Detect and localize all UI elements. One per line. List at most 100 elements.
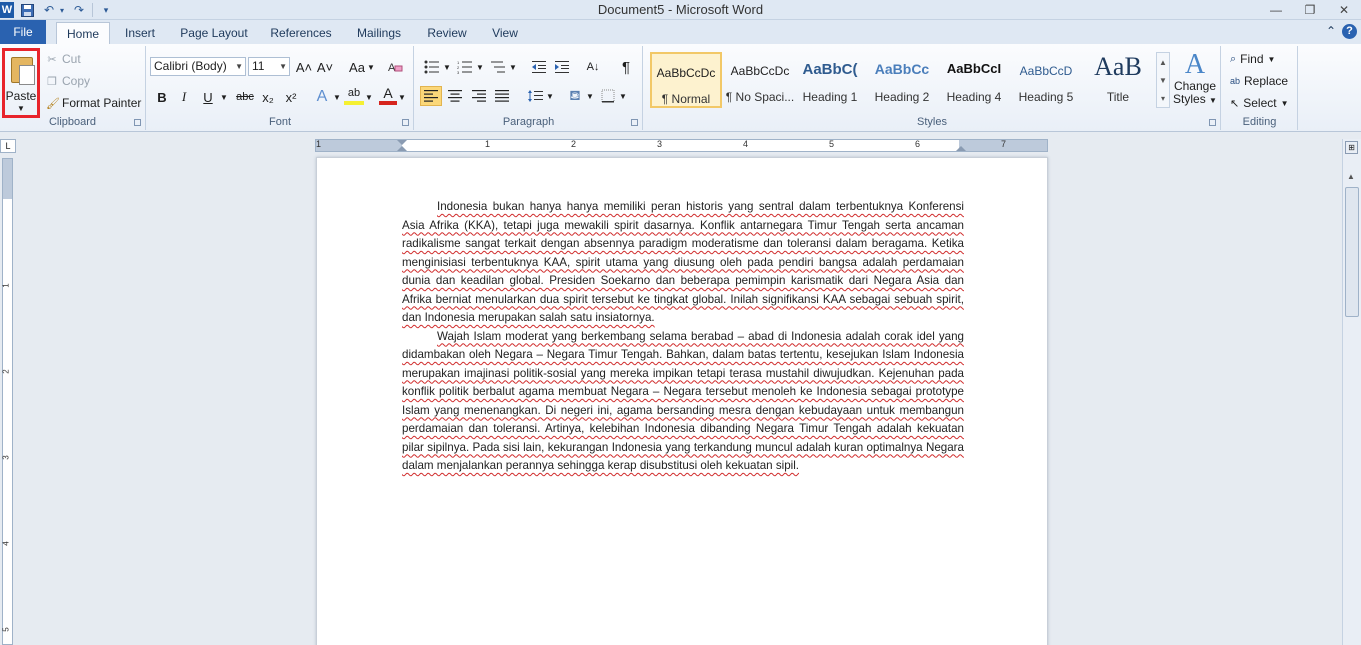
minimize-window-button[interactable]: —	[1259, 0, 1293, 20]
grow-font-button[interactable]: A˄	[294, 57, 314, 77]
scroll-thumb[interactable]	[1345, 187, 1359, 317]
borders-icon[interactable]	[598, 86, 618, 106]
style-name: Title	[1106, 90, 1130, 104]
horizontal-ruler[interactable]: 1 1 2 3 4 5 6 7	[315, 139, 1048, 152]
find-button[interactable]: ⌕ Find ▼	[1230, 50, 1275, 68]
decrease-indent-icon[interactable]	[529, 57, 549, 77]
subscript-button[interactable]: x₂	[258, 87, 278, 107]
chevron-down-icon[interactable]: ▼	[619, 86, 627, 106]
style-heading-2[interactable]: AaBbCc Heading 2	[866, 52, 938, 108]
chevron-down-icon[interactable]: ▼	[509, 57, 517, 77]
format-painter-button[interactable]: 🖌 Format Painter	[46, 94, 141, 112]
restore-window-button[interactable]: ❐	[1293, 0, 1327, 20]
tab-selector[interactable]: L	[0, 139, 16, 153]
style-sample: AaBbC(	[802, 61, 858, 78]
more-styles-icon[interactable]: ▾	[1161, 94, 1165, 103]
document-body[interactable]: Indonesia bukan hanya hanya memiliki per…	[402, 198, 964, 476]
close-window-button[interactable]: ✕	[1327, 0, 1361, 20]
tab-insert[interactable]: Insert	[118, 22, 162, 44]
styles-gallery-scroll[interactable]: ▲ ▼ ▾	[1156, 52, 1170, 108]
justify-icon[interactable]	[492, 86, 512, 106]
chevron-down-icon[interactable]: ▼	[333, 87, 341, 107]
bullets-icon[interactable]	[422, 57, 442, 77]
ribbon-right-icons: ⌃ ?	[1326, 24, 1357, 39]
right-indent-marker[interactable]	[956, 146, 966, 151]
vertical-scrollbar[interactable]: ⊞ ▲	[1342, 139, 1361, 645]
chevron-down-icon[interactable]: ▼	[220, 87, 228, 107]
shrink-font-button[interactable]: A˅	[315, 57, 335, 77]
multilevel-list-icon[interactable]	[488, 57, 508, 77]
select-label: Select	[1243, 96, 1277, 110]
font-color-button[interactable]: A	[379, 85, 397, 105]
paragraph-launcher-icon[interactable]	[631, 119, 638, 126]
show-formatting-button[interactable]: ¶	[616, 57, 636, 77]
chevron-up-icon[interactable]: ▲	[1159, 58, 1167, 67]
vertical-ruler[interactable]: 1 2 3 4 5	[2, 158, 13, 645]
bold-button[interactable]: B	[152, 87, 172, 107]
highlight-button[interactable]: ab	[344, 85, 364, 105]
chevron-down-icon[interactable]: ▼	[398, 87, 406, 107]
italic-button[interactable]: I	[174, 87, 194, 107]
chevron-down-icon[interactable]: ▼	[1159, 76, 1167, 85]
text-effects-button[interactable]: A	[312, 87, 332, 107]
align-right-icon[interactable]	[469, 86, 489, 106]
tab-mailings[interactable]: Mailings	[350, 22, 408, 44]
copy-button[interactable]: ❐ Copy	[46, 72, 90, 90]
chevron-down-icon: ▼	[235, 62, 243, 71]
tab-file[interactable]: File	[0, 20, 46, 44]
align-left-icon[interactable]	[420, 86, 442, 106]
help-icon[interactable]: ?	[1342, 24, 1357, 39]
replace-button[interactable]: ab Replace	[1230, 72, 1288, 90]
minimize-ribbon-icon[interactable]: ⌃	[1326, 24, 1336, 39]
strikethrough-button[interactable]: abc	[233, 87, 257, 107]
change-case-button[interactable]: Aa	[346, 57, 368, 77]
tab-home[interactable]: Home	[56, 22, 110, 44]
increase-indent-icon[interactable]	[552, 57, 572, 77]
font-size-select[interactable]: 11 ▼	[248, 57, 290, 76]
tab-references[interactable]: References	[266, 22, 336, 44]
change-styles-button[interactable]: A Change Styles ▼	[1172, 50, 1218, 114]
style-normal[interactable]: AaBbCcDc ¶ Normal	[650, 52, 722, 108]
clipboard-launcher-icon[interactable]	[134, 119, 141, 126]
view-ruler-icon[interactable]: ⊞	[1345, 141, 1358, 154]
paragraph[interactable]: Indonesia bukan hanya hanya memiliki per…	[402, 198, 964, 328]
align-center-icon[interactable]	[445, 86, 465, 106]
chevron-down-icon[interactable]: ▼	[546, 86, 554, 106]
tab-review[interactable]: Review	[422, 22, 472, 44]
chevron-down-icon[interactable]: ▼	[443, 57, 451, 77]
clear-formatting-icon[interactable]: A	[385, 57, 405, 77]
numbering-icon[interactable]: 123	[455, 57, 475, 77]
style-no-spacing[interactable]: AaBbCcDc ¶ No Spaci...	[724, 52, 796, 108]
cut-label: Cut	[62, 52, 81, 66]
tab-page-layout[interactable]: Page Layout	[176, 22, 252, 44]
style-sample: AaBbCcD	[1019, 64, 1073, 78]
tab-view[interactable]: View	[484, 22, 526, 44]
chevron-down-icon[interactable]: ▼	[365, 87, 373, 107]
chevron-down-icon[interactable]: ▼	[586, 86, 594, 106]
style-heading-5[interactable]: AaBbCcD Heading 5	[1010, 52, 1082, 108]
scroll-up-icon[interactable]: ▲	[1347, 172, 1355, 181]
sort-button[interactable]: A↓	[583, 57, 603, 77]
paste-button[interactable]: Paste ▼	[2, 48, 40, 118]
styles-launcher-icon[interactable]	[1209, 119, 1216, 126]
hanging-indent-marker[interactable]	[397, 146, 407, 151]
cut-button[interactable]: ✂ Cut	[46, 50, 81, 68]
ruler-number: 4	[743, 139, 749, 149]
font-family-select[interactable]: Calibri (Body) ▼	[150, 57, 246, 76]
ruler-number: 2	[1, 369, 11, 374]
style-heading-4[interactable]: AaBbCcI Heading 4	[938, 52, 1010, 108]
select-button[interactable]: ↖ Select ▼	[1230, 94, 1289, 112]
shading-icon[interactable]: ⛾	[565, 86, 585, 106]
replace-icon: ab	[1230, 76, 1241, 86]
chevron-down-icon[interactable]: ▼	[476, 57, 484, 77]
font-launcher-icon[interactable]	[402, 119, 409, 126]
line-spacing-icon[interactable]	[525, 86, 545, 106]
style-heading-1[interactable]: AaBbC( Heading 1	[794, 52, 866, 108]
document-page[interactable]: Indonesia bukan hanya hanya memiliki per…	[316, 157, 1048, 645]
first-line-indent-marker[interactable]	[397, 140, 407, 145]
paragraph[interactable]: Wajah Islam moderat yang berkembang sela…	[402, 328, 964, 476]
superscript-button[interactable]: x²	[281, 87, 301, 107]
underline-button[interactable]: U	[198, 87, 218, 107]
style-title[interactable]: AaB Title	[1082, 52, 1154, 108]
chevron-down-icon[interactable]: ▼	[367, 57, 375, 77]
